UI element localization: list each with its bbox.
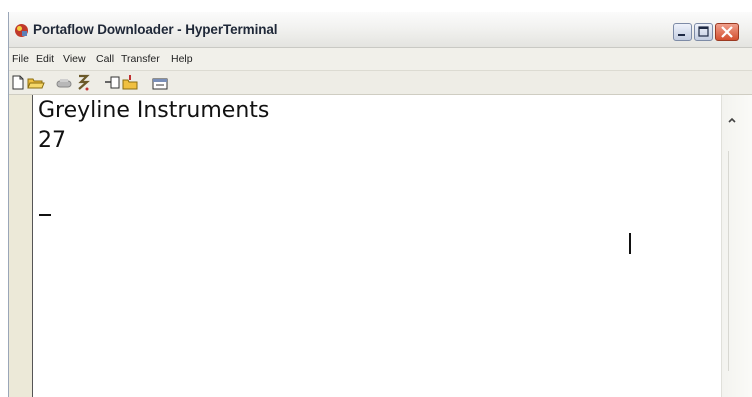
disconnect-icon[interactable] xyxy=(56,74,74,91)
toolbar xyxy=(9,71,752,95)
minimize-icon xyxy=(678,34,685,36)
close-icon xyxy=(721,26,733,38)
hyperterminal-app-icon[interactable] xyxy=(14,23,29,38)
close-button[interactable] xyxy=(715,23,739,41)
terminal-line-1: Greyline Instruments xyxy=(38,98,270,123)
terminal-left-margin xyxy=(9,95,33,397)
maximize-button[interactable] xyxy=(694,23,713,41)
terminal-line-2: 27 xyxy=(38,128,66,153)
menu-transfer[interactable]: Transfer xyxy=(121,53,160,65)
menu-edit[interactable]: Edit xyxy=(36,53,54,65)
menu-view[interactable]: View xyxy=(63,53,86,65)
ibeam-mouse-cursor xyxy=(629,233,631,254)
title-bar[interactable]: Portaflow Downloader - HyperTerminal xyxy=(9,12,752,48)
receive-icon[interactable] xyxy=(122,74,140,91)
minimize-button[interactable] xyxy=(673,23,692,41)
text-cursor xyxy=(39,214,51,216)
menu-file[interactable]: File xyxy=(12,53,29,65)
window-title: Portaflow Downloader - HyperTerminal xyxy=(33,22,278,37)
open-icon[interactable] xyxy=(27,74,45,91)
scroll-track[interactable] xyxy=(728,151,729,371)
menu-bar: File Edit View Call Transfer Help xyxy=(9,48,752,71)
terminal-screen[interactable]: Greyline Instruments 27 xyxy=(33,95,721,397)
properties-icon[interactable] xyxy=(151,74,169,91)
hyperterminal-window: Portaflow Downloader - HyperTerminal Fil… xyxy=(8,12,752,397)
menu-help[interactable]: Help xyxy=(171,53,193,65)
chevron-up-icon xyxy=(728,117,736,123)
scroll-up-button[interactable] xyxy=(725,113,750,133)
dial-icon[interactable] xyxy=(76,74,94,91)
maximize-icon xyxy=(698,26,709,37)
menu-call[interactable]: Call xyxy=(96,53,114,65)
send-icon[interactable] xyxy=(104,74,122,91)
vertical-scrollbar[interactable] xyxy=(721,95,752,397)
